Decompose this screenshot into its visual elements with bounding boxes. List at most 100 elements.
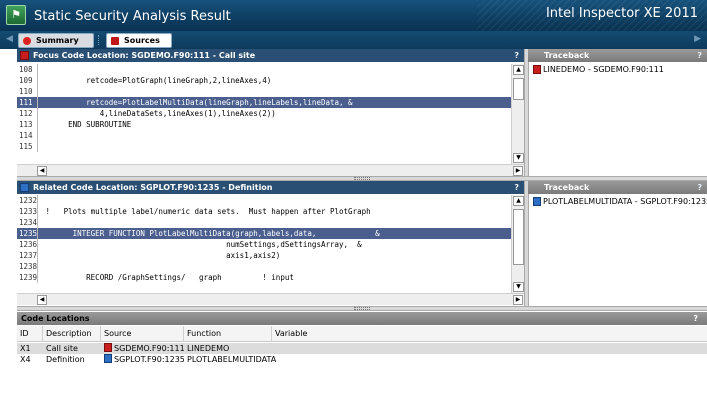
focus-pane-header: Focus Code Location: SGDEMO.F90:111 - Ca…: [17, 49, 524, 62]
line-number: 108: [17, 64, 38, 75]
tab-summary[interactable]: Summary: [18, 33, 94, 48]
title-bar: ⚑ Static Security Analysis Result Intel …: [0, 0, 707, 31]
code-line-highlighted: 1235 INTEGER FUNCTION PlotLabelMultiData…: [17, 228, 511, 239]
traceback-item[interactable]: PLOTLABELMULTIDATA - SGPLOT.F90:1235: [533, 196, 707, 207]
code-line: 1238: [17, 261, 511, 272]
related-help-button[interactable]: ?: [514, 181, 519, 194]
related-pane-header: Related Code Location: SGPLOT.F90:1235 -…: [17, 181, 524, 194]
code-locations-table-header: ID Description ▲ Source Function Variabl…: [17, 326, 707, 354]
source-file-red-icon: [533, 65, 541, 74]
line-number: 1235: [19, 228, 38, 239]
line-number: 1233: [19, 206, 38, 217]
splitter-grip-icon[interactable]: [354, 307, 370, 310]
cell-function: LINEDEMO: [187, 344, 230, 353]
related-pane-title: Related Code Location: SGPLOT.F90:1235 -…: [33, 183, 273, 192]
line-number: 111: [17, 97, 38, 108]
tab-sources-label: Sources: [124, 36, 160, 45]
line-number: 1234: [19, 217, 38, 228]
scroll-up-icon[interactable]: ▲: [513, 196, 524, 206]
cell-source: SGDEMO.F90:111: [101, 343, 184, 354]
related-code-view[interactable]: 1232 1233 ! Plots multiple label/numeric…: [17, 195, 511, 293]
code-line: 108: [17, 64, 511, 75]
scroll-left-icon[interactable]: ◀: [37, 166, 47, 176]
code-text: INTEGER FUNCTION PlotLabelMultiData(grap…: [41, 229, 380, 238]
scroll-left-icon[interactable]: ◀: [37, 295, 47, 305]
code-line: 1236 numSettings,dSettingsArray, &: [17, 239, 511, 250]
tab-sources[interactable]: Sources: [106, 33, 172, 48]
cell-function: PLOTLABELMULTIDATA: [187, 355, 277, 364]
cell-source: SGPLOT.F90:1235: [101, 354, 184, 365]
traceback-item[interactable]: LINEDEMO - SGDEMO.F90:111: [533, 64, 664, 75]
code-locations-header: Code Locations ?: [17, 312, 707, 325]
column-header-description[interactable]: Description ▲: [43, 326, 101, 354]
red-circle-icon: [23, 37, 31, 45]
column-header-function[interactable]: Function: [184, 326, 272, 342]
tab-scroll-left-icon[interactable]: ◀: [6, 34, 13, 44]
focus-vertical-scrollbar[interactable]: ▲ ▼: [511, 64, 525, 164]
code-line: 110: [17, 86, 511, 97]
line-number: 113: [17, 119, 38, 130]
scroll-right-icon[interactable]: ▶: [513, 166, 523, 176]
code-line: 115: [17, 141, 511, 152]
scroll-down-icon[interactable]: ▼: [513, 282, 524, 292]
scroll-up-icon[interactable]: ▲: [513, 65, 524, 75]
column-header-source[interactable]: Source: [101, 326, 184, 342]
code-locations-help-button[interactable]: ?: [693, 312, 698, 325]
related-horizontal-scrollbar[interactable]: ◀ ▶: [17, 293, 524, 305]
splitter-grip-icon[interactable]: [354, 177, 370, 180]
scroll-down-icon[interactable]: ▼: [513, 153, 524, 163]
tab-summary-label: Summary: [36, 36, 79, 45]
code-line: 114: [17, 130, 511, 141]
line-number: 1232: [19, 195, 38, 206]
line-number: 1239: [19, 272, 38, 283]
focus-code-view[interactable]: 108 109 retcode=PlotGraph(lineGraph,2,li…: [17, 64, 511, 164]
code-text: RECORD /GraphSettings/ graph ! input: [41, 273, 294, 282]
focus-help-button[interactable]: ?: [514, 49, 519, 62]
line-number: 114: [17, 130, 38, 141]
line-number: 1238: [19, 261, 38, 272]
tab-scroll-right-icon[interactable]: ▶: [694, 34, 701, 44]
code-line: 1237 axis1,axis2): [17, 250, 511, 261]
traceback-item-label: LINEDEMO - SGDEMO.F90:111: [543, 65, 664, 74]
related-traceback-help-button[interactable]: ?: [697, 181, 702, 194]
column-header-variable[interactable]: Variable: [272, 326, 362, 342]
code-text: 4,lineDataSets,lineAxes(1),lineAxes(2)): [41, 109, 276, 118]
focus-horizontal-scrollbar[interactable]: ◀ ▶: [17, 164, 524, 176]
cell-description: Call site: [46, 344, 78, 353]
focus-traceback-list: LINEDEMO - SGDEMO.F90:111: [528, 62, 707, 176]
line-number: 109: [17, 75, 38, 86]
table-row[interactable]: X4 Definition SGPLOT.F90:1235 PLOTLABELM…: [17, 354, 707, 365]
cell-id: X4: [20, 355, 31, 364]
related-vertical-scrollbar[interactable]: ▲ ▼: [511, 195, 525, 293]
cell-description: Definition: [46, 355, 85, 364]
line-number: 110: [17, 86, 38, 97]
code-text: retcode=PlotGraph(lineGraph,2,lineAxes,4…: [41, 76, 272, 85]
cell-source-text: SGPLOT.F90:1235: [114, 355, 184, 364]
cell-id: X1: [20, 344, 31, 353]
tab-bar: ◀ Summary Sources ▶: [0, 31, 707, 49]
source-file-red-icon: [104, 343, 112, 352]
code-text: retcode=PlotLabelMultiData(lineGraph,lin…: [41, 98, 353, 107]
table-row[interactable]: X1 Call site SGDEMO.F90:111 LINEDEMO: [17, 343, 707, 354]
cell-source-text: SGDEMO.F90:111: [114, 344, 184, 353]
product-name: Intel Inspector XE 2011: [545, 6, 698, 21]
horizontal-splitter-bottom[interactable]: [17, 306, 707, 311]
code-line: 112 4,lineDataSets,lineAxes(1),lineAxes(…: [17, 108, 511, 119]
code-locations-title: Code Locations: [21, 314, 90, 323]
left-rail: [0, 49, 17, 406]
scroll-thumb[interactable]: [513, 78, 524, 100]
related-traceback-header: Traceback ?: [528, 181, 707, 194]
focus-pane-title: Focus Code Location: SGDEMO.F90:111 - Ca…: [33, 51, 256, 60]
code-line: 1239 RECORD /GraphSettings/ graph ! inpu…: [17, 272, 511, 283]
code-line: 109 retcode=PlotGraph(lineGraph,2,lineAx…: [17, 75, 511, 86]
column-header-id[interactable]: ID: [17, 326, 43, 342]
scroll-thumb[interactable]: [513, 209, 524, 265]
scroll-right-icon[interactable]: ▶: [513, 295, 523, 305]
focus-traceback-help-button[interactable]: ?: [697, 49, 702, 62]
